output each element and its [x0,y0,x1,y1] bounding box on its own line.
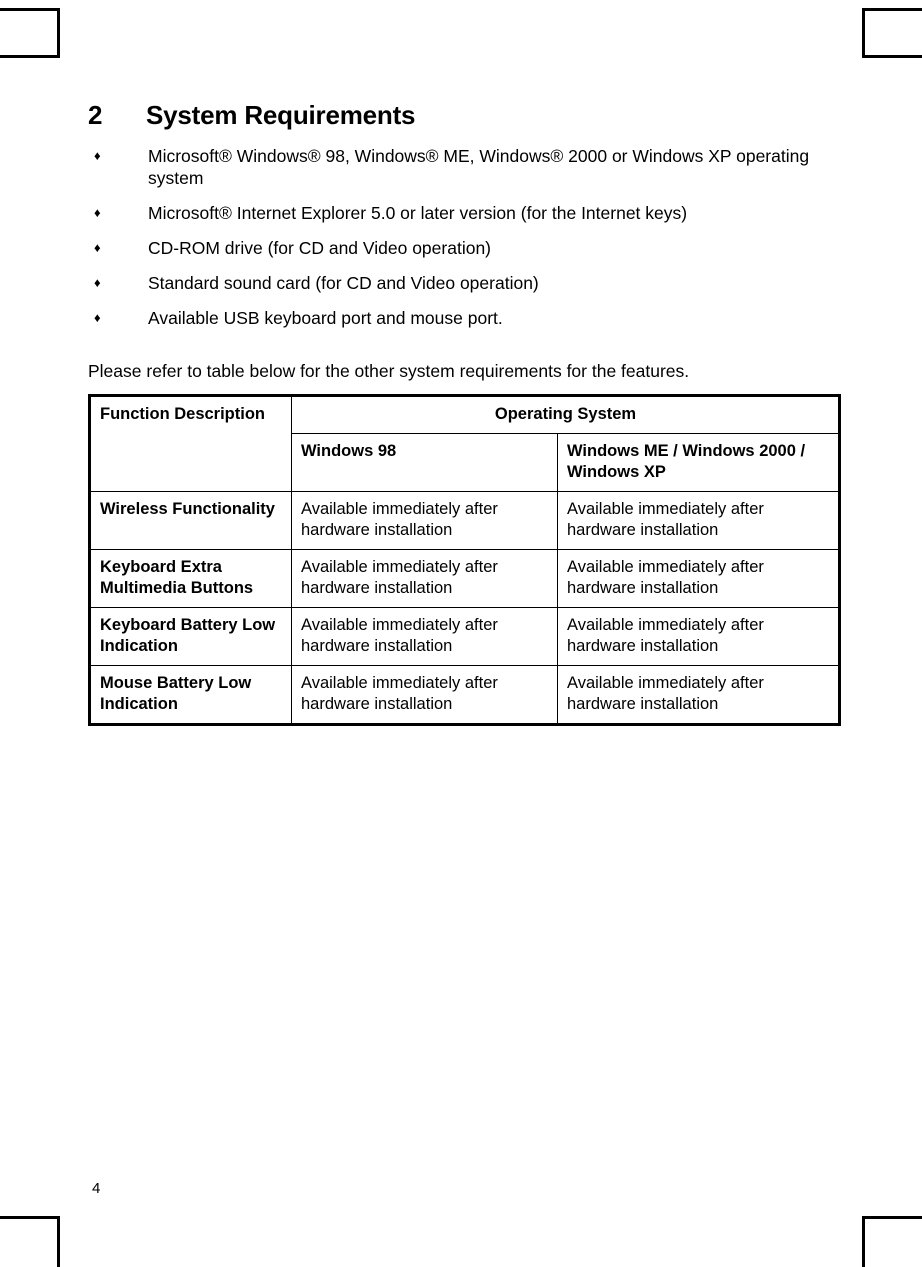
document-page: 2 System Requirements ♦ Microsoft® Windo… [0,0,922,1267]
row-value-windows98: Available immediately after hardware ins… [291,549,558,608]
header-operating-system: Operating System [291,395,840,434]
list-item-text: CD-ROM drive (for CD and Video operation… [148,238,492,258]
page-number: 4 [92,1180,101,1197]
list-item-text: Microsoft® Internet Explorer 5.0 or late… [148,203,688,223]
table-row: Wireless Functionality Available immedia… [89,491,840,550]
list-item: ♦ Available USB keyboard port and mouse … [88,307,840,329]
registration-mark-top-left [0,8,60,58]
row-value-windows98: Available immediately after hardware ins… [291,607,558,666]
list-item: ♦ Microsoft® Windows® 98, Windows® ME, W… [88,145,840,189]
system-requirements-table: Function Description Operating System Wi… [88,394,841,726]
row-value-windows-other: Available immediately after hardware ins… [557,665,840,725]
header-windows-me-2000-xp: Windows ME / Windows 2000 / Windows XP [557,433,840,492]
row-value-windows98: Available immediately after hardware ins… [291,665,558,725]
header-windows-other-line2: Windows XP [567,463,666,481]
row-feature-label: Mouse Battery Low Indication [89,665,292,725]
header-function-description: Function Description [89,395,292,492]
diamond-bullet-icon: ♦ [94,310,101,325]
row-value-windows98: Available immediately after hardware ins… [291,491,558,550]
table-intro-paragraph: Please refer to table below for the othe… [88,361,690,381]
page-content: 2 System Requirements ♦ Microsoft® Windo… [88,100,841,726]
list-item: ♦ CD-ROM drive (for CD and Video operati… [88,237,840,259]
diamond-bullet-icon: ♦ [94,148,101,163]
section-heading: 2 System Requirements [88,100,840,131]
table-row: Mouse Battery Low Indication Available i… [89,665,840,725]
list-item-text: Microsoft® Windows® 98, Windows® ME, Win… [148,146,810,188]
row-feature-label: Wireless Functionality [89,491,292,550]
list-item: ♦ Microsoft® Internet Explorer 5.0 or la… [88,202,840,224]
registration-mark-top-right [862,8,922,58]
registration-mark-bottom-right [862,1216,922,1267]
list-item-text: Standard sound card (for CD and Video op… [148,273,539,293]
section-title: System Requirements [146,100,416,130]
header-windows-other-line1: Windows ME / Windows 2000 / [567,442,806,460]
row-value-windows-other: Available immediately after hardware ins… [557,549,840,608]
diamond-bullet-icon: ♦ [94,205,101,220]
diamond-bullet-icon: ♦ [94,240,101,255]
row-feature-label: Keyboard Battery Low Indication [89,607,292,666]
row-feature-label: Keyboard Extra Multimedia Buttons [89,549,292,608]
table-row: Keyboard Battery Low Indication Availabl… [89,607,840,666]
list-item: ♦ Standard sound card (for CD and Video … [88,272,840,294]
header-windows-98: Windows 98 [291,433,558,492]
registration-mark-bottom-left [0,1216,60,1267]
section-number: 2 [88,100,103,130]
table-row: Keyboard Extra Multimedia Buttons Availa… [89,549,840,608]
requirements-list: ♦ Microsoft® Windows® 98, Windows® ME, W… [88,145,840,329]
row-value-windows-other: Available immediately after hardware ins… [557,491,840,550]
table-header-row-primary: Function Description Operating System [89,395,840,492]
row-value-windows-other: Available immediately after hardware ins… [557,607,840,666]
diamond-bullet-icon: ♦ [94,275,101,290]
list-item-text: Available USB keyboard port and mouse po… [148,308,503,328]
